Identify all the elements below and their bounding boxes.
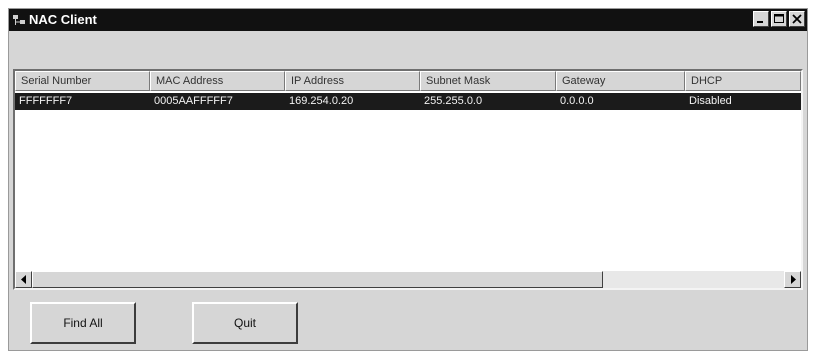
- column-header-mac[interactable]: MAC Address: [150, 71, 285, 91]
- minimize-button[interactable]: [753, 11, 769, 27]
- app-network-icon: [13, 15, 25, 25]
- nac-client-window: NAC Client Serial Number MAC Address IP …: [8, 8, 808, 351]
- horizontal-scrollbar[interactable]: [15, 271, 801, 288]
- maximize-icon: [774, 14, 784, 23]
- cell-dhcp: Disabled: [689, 95, 732, 107]
- maximize-button[interactable]: [771, 11, 787, 27]
- cell-mac: 0005AAFFFFF7: [154, 95, 233, 107]
- close-icon: [792, 14, 802, 24]
- scrollbar-thumb[interactable]: [32, 271, 603, 288]
- column-header-ip[interactable]: IP Address: [285, 71, 420, 91]
- window-title: NAC Client: [29, 12, 97, 27]
- quit-button[interactable]: Quit: [192, 302, 298, 344]
- scroll-right-button[interactable]: [784, 271, 801, 288]
- column-header-dhcp[interactable]: DHCP: [685, 71, 801, 91]
- cell-gateway: 0.0.0.0: [560, 95, 594, 107]
- cell-serial: FFFFFFF7: [19, 95, 73, 107]
- cell-ip: 169.254.0.20: [289, 95, 354, 107]
- column-header-serial[interactable]: Serial Number: [15, 71, 150, 91]
- table-row[interactable]: FFFFFFF7 0005AAFFFFF7 169.254.0.20 255.2…: [15, 93, 801, 110]
- cell-subnet: 255.255.0.0: [424, 95, 483, 107]
- find-all-button[interactable]: Find All: [30, 302, 136, 344]
- arrow-left-icon: [21, 275, 26, 284]
- column-header-gateway[interactable]: Gateway: [556, 71, 685, 91]
- list-header: Serial Number MAC Address IP Address Sub…: [15, 71, 801, 91]
- close-button[interactable]: [789, 11, 805, 27]
- minimize-icon: [757, 21, 763, 23]
- device-list[interactable]: Serial Number MAC Address IP Address Sub…: [13, 69, 803, 290]
- column-header-subnet[interactable]: Subnet Mask: [420, 71, 556, 91]
- title-bar[interactable]: NAC Client: [9, 9, 807, 31]
- window-controls: [753, 11, 805, 29]
- arrow-right-icon: [791, 275, 796, 284]
- scroll-left-button[interactable]: [15, 271, 32, 288]
